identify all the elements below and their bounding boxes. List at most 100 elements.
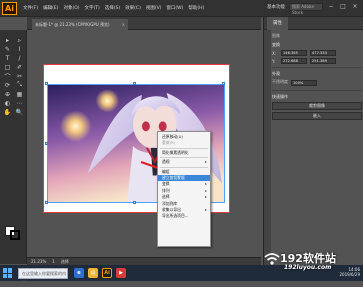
folder-icon[interactable]: ▤ bbox=[88, 268, 98, 278]
illustrator-icon[interactable]: Ai bbox=[102, 268, 112, 278]
ctx-separator bbox=[160, 147, 208, 149]
ctx-perspective[interactable]: 透视 ▸ bbox=[158, 159, 210, 165]
ctx-select-label: 选择 bbox=[162, 194, 170, 200]
xy-row-2: Y: 272.688 251.389 bbox=[272, 58, 362, 64]
tool-grid: ▸ ▹ ✎ ⌇ T / □ ✐ ⌒ ✂ ⟳ ⤡ ⊕ ▦ ◐ ⋯ ✋ 🔍 bbox=[2, 36, 25, 116]
curvature-tool-icon[interactable]: ⌇ bbox=[14, 45, 25, 53]
stroke-swatch[interactable] bbox=[10, 230, 20, 240]
current-tool: 选择 bbox=[60, 258, 69, 264]
document-tabbar: 未标题-1* @ 21.23% (CMYK/GPU 预览) × bbox=[27, 17, 261, 30]
minimize-button[interactable]: − bbox=[327, 3, 335, 11]
panel-body: 图像 变换 X: 146.365 477.333 Y: 272.688 251.… bbox=[272, 33, 362, 120]
ctx-transform-label: 变换 bbox=[162, 181, 170, 187]
bbox-handle-ml[interactable] bbox=[45, 142, 48, 145]
document-tab-title: 未标题-1* @ 21.23% (CMYK/GPU 预览) bbox=[35, 22, 110, 27]
menu-help[interactable]: 帮助(H) bbox=[188, 5, 204, 11]
y-field[interactable]: 272.688 bbox=[281, 58, 307, 64]
context-menu: 还原移动(U) 重做(R) 简化像素透明化 透视 ▸ 编组 建立剪切蒙版 变换 ▸ … bbox=[157, 131, 211, 247]
crop-image-button[interactable]: 裁剪图像 bbox=[272, 102, 362, 110]
opacity-row: 不透明度 100% bbox=[272, 79, 362, 87]
quick-actions-heading: 快速操作 bbox=[272, 94, 288, 99]
zoom-level[interactable]: 21.23% bbox=[31, 259, 46, 264]
bbox-handle-bl[interactable] bbox=[45, 201, 48, 204]
pen-tool-icon[interactable]: ✎ bbox=[2, 45, 13, 53]
properties-panel: 属性 图像 变换 X: 146.365 477.333 Y: 272.688 2… bbox=[263, 16, 363, 265]
rotate-tool-icon[interactable]: ⟳ bbox=[2, 81, 13, 89]
menu-right: 基本功能 搜索 Adobe Stock − □ × bbox=[267, 3, 359, 15]
menu-bar: Ai 文件(F) 编辑(E) 对象(O) 文字(T) 选择(S) 效果(C) 视… bbox=[0, 0, 363, 17]
gradient-tool-icon[interactable]: ◐ bbox=[2, 99, 13, 107]
width-field[interactable]: 477.333 bbox=[310, 50, 336, 56]
hand-tool-icon[interactable]: ✋ bbox=[2, 108, 13, 116]
opacity-field[interactable]: 100% bbox=[291, 80, 317, 86]
ctx-perspective-label: 透视 bbox=[162, 159, 170, 165]
media-icon[interactable]: ▶ bbox=[116, 268, 126, 278]
close-button[interactable]: × bbox=[351, 3, 359, 11]
x-field[interactable]: 146.365 bbox=[281, 50, 307, 56]
menu-type[interactable]: 文字(T) bbox=[85, 5, 100, 11]
workspace-switcher[interactable]: 基本功能 bbox=[267, 4, 285, 10]
more-tools-icon[interactable]: ⋯ bbox=[14, 99, 25, 107]
menu-effect[interactable]: 效果(C) bbox=[125, 5, 141, 11]
bbox-handle-tl[interactable] bbox=[45, 82, 48, 85]
windows-start-icon[interactable] bbox=[3, 268, 13, 278]
edge-icon[interactable]: e bbox=[74, 268, 84, 278]
shape-builder-tool-icon[interactable]: ⊕ bbox=[2, 90, 13, 98]
document-tab[interactable]: 未标题-1* @ 21.23% (CMYK/GPU 预览) × bbox=[32, 19, 128, 30]
xy-row-1: X: 146.365 477.333 bbox=[272, 50, 362, 56]
ctx-separator bbox=[160, 157, 208, 159]
artboard-number[interactable]: 1 bbox=[52, 259, 55, 264]
bbox-handle-tr[interactable] bbox=[222, 82, 225, 85]
height-field[interactable]: 251.389 bbox=[310, 58, 336, 64]
selection-type: 图像 bbox=[272, 33, 280, 38]
maximize-button[interactable]: □ bbox=[339, 3, 347, 11]
y-label: Y: bbox=[272, 58, 276, 64]
menu-window[interactable]: 窗口(W) bbox=[166, 5, 183, 11]
pencil-tool-icon[interactable]: ✐ bbox=[14, 63, 25, 71]
bbox-handle-tm[interactable] bbox=[133, 82, 136, 85]
opacity-label: 不透明度 bbox=[272, 79, 288, 84]
rectangle-tool-icon[interactable]: □ bbox=[2, 63, 13, 71]
main-menu: 文件(F) 编辑(E) 对象(O) 文字(T) 选择(S) 效果(C) 视图(V… bbox=[23, 5, 204, 11]
menu-object[interactable]: 对象(O) bbox=[63, 5, 79, 11]
stock-search-input[interactable]: 搜索 Adobe Stock bbox=[289, 3, 323, 15]
ctx-simplify-transparency[interactable]: 简化像素透明化 bbox=[158, 150, 210, 156]
x-label: X: bbox=[272, 50, 277, 56]
ctx-export-selection[interactable]: 导出所选项目... bbox=[158, 213, 210, 219]
ctx-redo[interactable]: 重做(R) bbox=[158, 140, 210, 146]
tab-properties[interactable]: 属性 bbox=[267, 16, 288, 30]
menu-view[interactable]: 视图(V) bbox=[146, 5, 162, 11]
ctx-arrange-label: 排列 bbox=[162, 187, 170, 193]
close-tab-icon[interactable]: × bbox=[122, 19, 125, 30]
type-tool-icon[interactable]: T bbox=[2, 54, 13, 62]
selection-tool-icon[interactable]: ▸ bbox=[2, 36, 13, 44]
tools-panel: ▸ ▹ ✎ ⌇ T / □ ✐ ⌒ ✂ ⟳ ⤡ ⊕ ▦ ◐ ⋯ ✋ 🔍 bbox=[0, 30, 27, 264]
taskbar-apps: e ▤ Ai ▶ bbox=[74, 268, 126, 278]
submenu-arrow-icon: ▸ bbox=[204, 159, 207, 165]
zoom-tool-icon[interactable]: 🔍 bbox=[14, 108, 25, 116]
wifi-logo-icon bbox=[264, 253, 280, 265]
menu-file[interactable]: 文件(F) bbox=[23, 5, 38, 11]
appearance-heading: 外观 bbox=[272, 71, 280, 76]
graph-tool-icon[interactable]: ▦ bbox=[14, 90, 25, 98]
app-logo: Ai bbox=[2, 1, 17, 15]
panel-icon-strip bbox=[264, 30, 271, 265]
transform-heading: 变换 bbox=[272, 42, 280, 47]
taskbar-search[interactable]: 在这里输入你要搜索的内容 bbox=[18, 267, 68, 285]
watermark-url: 192luyou.com bbox=[284, 264, 332, 271]
fill-stroke-swatches[interactable] bbox=[5, 226, 21, 240]
ctx-collect-label: 收集以导出 bbox=[162, 206, 181, 212]
menu-edit[interactable]: 编辑(E) bbox=[43, 5, 58, 11]
direct-selection-tool-icon[interactable]: ▹ bbox=[14, 36, 25, 44]
bbox-handle-bm[interactable] bbox=[133, 201, 136, 204]
canvas-area[interactable] bbox=[27, 30, 261, 257]
scissors-tool-icon[interactable]: ✂ bbox=[14, 72, 25, 80]
panel-tabbar: 属性 bbox=[264, 16, 363, 30]
status-bar: 21.23% 1 选择 bbox=[27, 257, 261, 265]
ctx-separator bbox=[160, 166, 208, 168]
menu-select[interactable]: 选择(S) bbox=[105, 5, 120, 11]
shaper-tool-icon[interactable]: ⌒ bbox=[2, 72, 13, 81]
embed-button[interactable]: 嵌入 bbox=[272, 112, 362, 120]
line-tool-icon[interactable]: / bbox=[14, 54, 25, 62]
scale-tool-icon[interactable]: ⤡ bbox=[14, 81, 25, 89]
